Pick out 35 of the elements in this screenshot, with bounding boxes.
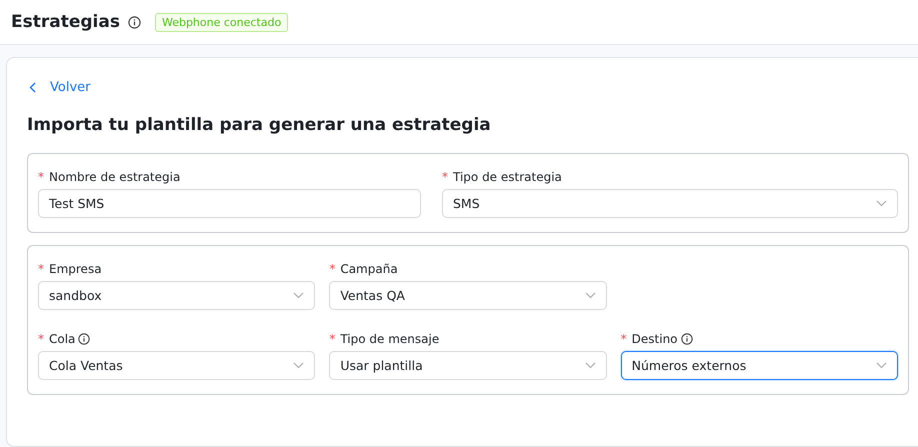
text-field[interactable]: Test SMS <box>38 189 421 218</box>
chevron-down-icon <box>293 292 304 299</box>
select-field[interactable]: Números externos <box>620 351 898 380</box>
page-title: Estrategias <box>11 12 120 32</box>
status-badge: Webphone conectado <box>154 12 288 32</box>
field-label: Empresa <box>49 262 102 276</box>
info-icon <box>78 333 90 345</box>
field-label: Tipo de mensaje <box>340 332 440 346</box>
chevron-down-icon <box>584 292 596 299</box>
chevron-down-icon <box>876 362 887 369</box>
select-field[interactable]: Usar plantilla <box>329 351 607 380</box>
select-field[interactable]: Ventas QA <box>329 281 607 310</box>
field-label: Tipo de estrategia <box>453 170 562 184</box>
back-chevron-icon <box>29 82 36 93</box>
required-mark: * <box>442 170 448 184</box>
field-label: Campaña <box>340 262 398 276</box>
chevron-down-icon <box>293 362 304 369</box>
required-mark: * <box>38 332 44 346</box>
select-field[interactable]: SMS <box>442 189 898 218</box>
field-label: Cola <box>49 332 76 346</box>
required-mark: * <box>620 332 627 346</box>
select-field[interactable]: Cola Ventas <box>38 351 316 380</box>
chevron-down-icon <box>876 200 887 207</box>
back-link[interactable]: Volver <box>29 80 90 95</box>
chevron-down-icon <box>584 362 596 369</box>
required-mark: * <box>38 170 44 184</box>
field-label: Destino <box>632 332 678 346</box>
info-icon <box>680 333 693 345</box>
required-mark: * <box>329 262 336 276</box>
required-mark: * <box>329 332 336 346</box>
field-label: Nombre de estrategia <box>49 170 180 184</box>
form-heading: Importa tu plantilla para generar una estrategia <box>27 115 492 135</box>
info-icon <box>128 16 141 28</box>
select-field[interactable]: sandbox <box>38 281 316 310</box>
required-mark: * <box>38 262 44 276</box>
